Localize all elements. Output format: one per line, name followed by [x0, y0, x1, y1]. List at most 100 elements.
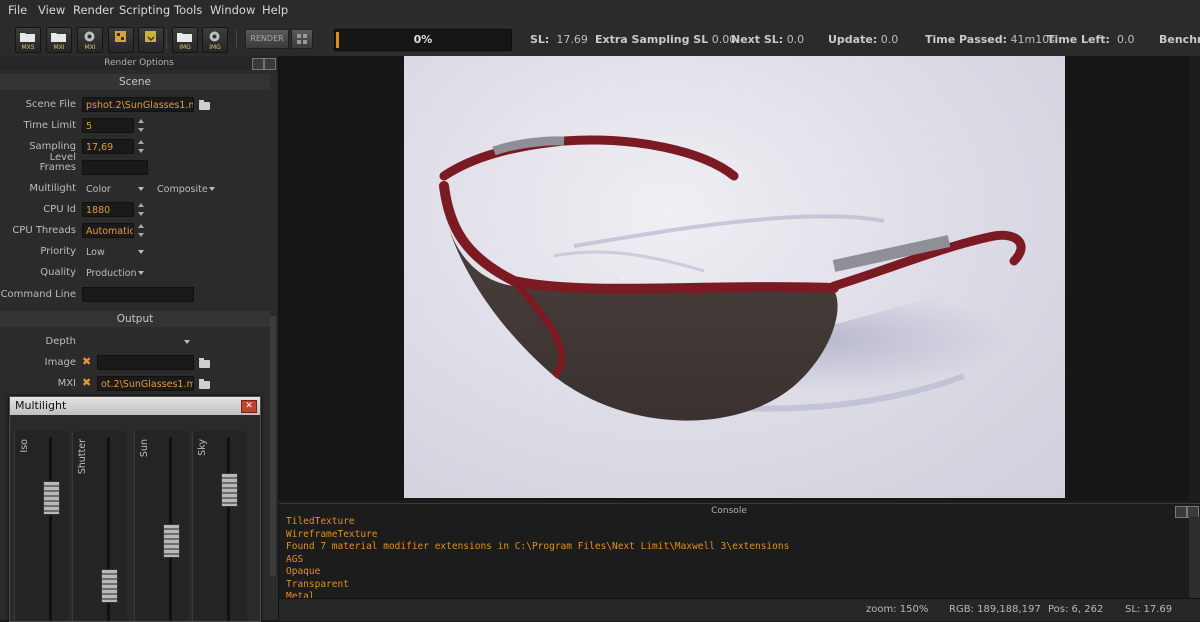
disable-x-icon[interactable]: ✖ [82, 355, 91, 368]
depth-label: Depth [45, 336, 76, 347]
viewport-scrollbar[interactable] [1189, 56, 1200, 500]
chevron-down-icon [184, 340, 190, 344]
priority-dropdown[interactable]: Low [82, 244, 148, 259]
stat-update: Update: 0.0 [828, 33, 899, 46]
time-limit-spinner[interactable] [137, 118, 145, 133]
chevron-down-icon [209, 187, 215, 191]
priority-value: Low [86, 247, 105, 258]
disable-x-icon[interactable]: ✖ [82, 376, 91, 389]
multilight-window: Multilight ✕ Iso Shutter Sun Sky [9, 396, 261, 622]
disc-icon [209, 31, 220, 42]
close-panel-icon[interactable] [264, 58, 276, 70]
cpu-id-label: CPU Id [43, 204, 76, 215]
rendered-image [404, 56, 1065, 498]
sampling-level-spinner[interactable] [137, 139, 145, 154]
slider-track[interactable] [49, 437, 52, 621]
stat-benchmark: Benchm [1159, 33, 1200, 46]
multilight-titlebar[interactable]: Multilight [10, 397, 260, 415]
cpu-threads-input[interactable]: Automatic [82, 223, 134, 238]
stat-time-left: Time Left: 0.0 [1047, 33, 1135, 46]
menu-help[interactable]: Help [262, 3, 288, 17]
menu-view[interactable]: View [38, 3, 65, 17]
frames-input[interactable] [82, 160, 148, 175]
channel-label: Iso [19, 439, 30, 453]
folder-icon [20, 33, 35, 42]
time-limit-input[interactable]: 5 [82, 118, 134, 133]
panel-scrollbar[interactable] [270, 316, 276, 576]
toolbar-separator [236, 29, 237, 49]
grid-icon [297, 34, 307, 44]
close-icon[interactable]: ✕ [241, 400, 257, 413]
mxi-label: MXI [57, 378, 76, 389]
menu-render[interactable]: Render [73, 3, 114, 17]
multilight-mode-dropdown[interactable]: Composite [153, 181, 219, 196]
output-section-header[interactable]: Output [0, 311, 270, 327]
status-zoom: zoom: 150% [866, 604, 929, 615]
console-scrollbar[interactable] [1189, 517, 1200, 598]
stat-next-sl: Next SL: 0.0 [731, 33, 805, 46]
progress-text: 0% [413, 33, 433, 46]
float-panel-icon[interactable] [1175, 506, 1187, 518]
mxi-path-input[interactable]: ot.2\SunGlasses1.mxi [97, 376, 194, 391]
chevron-down-icon [138, 271, 144, 275]
slider-knob[interactable] [221, 473, 238, 507]
save-image-button[interactable]: IMG [172, 27, 198, 53]
multilight-dropdown[interactable]: Color [82, 181, 148, 196]
priority-label: Priority [40, 246, 76, 257]
console-line: WireframeTexture [286, 528, 378, 540]
multilight-label: Multilight [29, 183, 76, 194]
render-viewport[interactable] [279, 56, 1200, 500]
scene-section-header[interactable]: Scene [0, 74, 270, 90]
stat-time-passed: Time Passed: 41m10s [925, 33, 1055, 46]
folder-icon [51, 33, 66, 42]
quality-dropdown[interactable]: Production [82, 265, 148, 280]
toolbar-separator [166, 29, 167, 49]
status-position: Pos: 6, 262 [1048, 604, 1104, 615]
menu-file[interactable]: File [8, 3, 27, 17]
slider-knob[interactable] [163, 524, 180, 558]
render-button[interactable]: RENDER [245, 29, 289, 49]
save-mxi-button[interactable]: MXI [77, 27, 103, 53]
multilight-mode-value: Composite [157, 184, 208, 195]
sampling-level-input[interactable]: 17,69 [82, 139, 134, 154]
sequence-button[interactable] [108, 27, 134, 53]
channel-sun: Sun [134, 431, 189, 621]
export-icon [145, 31, 156, 42]
image-settings-button[interactable]: IMG [202, 27, 228, 53]
cpu-id-spinner[interactable] [137, 202, 145, 217]
cpu-threads-label: CPU Threads [12, 225, 76, 236]
depth-dropdown[interactable] [82, 334, 194, 349]
float-panel-icon[interactable] [252, 58, 264, 70]
console-line: Transparent [286, 578, 349, 590]
folder-icon[interactable] [199, 379, 210, 389]
channel-label: Sky [197, 439, 208, 456]
menu-bar: File View Render Scripting Tools Window … [0, 0, 1200, 22]
render-settings-button[interactable] [291, 29, 313, 49]
image-path-input[interactable] [97, 355, 194, 370]
folder-icon[interactable] [199, 358, 210, 368]
open-mxi-button[interactable]: MXI [46, 27, 72, 53]
status-rgb: RGB: 189,188,197 [949, 604, 1041, 615]
render-progress-bar: 0% [334, 29, 512, 51]
scene-file-field[interactable]: pshot.2\SunGlasses1.mxs [82, 97, 194, 112]
channel-iso: Iso [14, 431, 69, 621]
cpu-id-input[interactable]: 1880 [82, 202, 134, 217]
export-sequence-button[interactable] [138, 27, 164, 53]
image-label: Image [44, 357, 76, 368]
cpu-threads-spinner[interactable] [137, 223, 145, 238]
sunglasses-render [439, 135, 1026, 421]
folder-icon [177, 33, 192, 42]
command-line-input[interactable] [82, 287, 194, 302]
frames-label: Frames [39, 162, 76, 173]
slider-knob[interactable] [101, 569, 118, 603]
slider-knob[interactable] [43, 480, 60, 515]
channel-sky: Sky [192, 431, 247, 621]
folder-icon[interactable] [199, 100, 210, 110]
open-mxs-button[interactable]: MXS [15, 27, 41, 53]
slider-track[interactable] [227, 437, 230, 621]
time-limit-label: Time Limit [23, 120, 76, 131]
menu-window[interactable]: Window [210, 3, 255, 17]
menu-scripting[interactable]: Scripting [119, 3, 170, 17]
menu-tools[interactable]: Tools [174, 3, 202, 17]
status-sl: SL: 17.69 [1125, 604, 1173, 615]
